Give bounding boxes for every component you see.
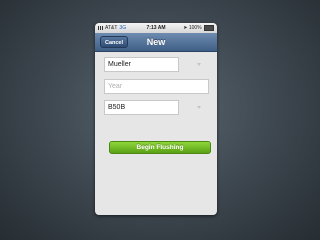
battery-percent: 100% <box>188 25 202 31</box>
begin-flushing-button[interactable]: Begin Flushing <box>109 141 211 154</box>
status-right: ➤ 100% <box>183 23 214 33</box>
navigation-bar: New Cancel <box>95 33 217 52</box>
location-arrow-icon: ➤ <box>183 25 188 31</box>
status-bar: AT&T 3G 7:13 AM ➤ 100% <box>95 23 217 33</box>
chevron-down-icon[interactable] <box>197 63 201 66</box>
manufacturer-field[interactable]: Mueller <box>104 57 179 72</box>
cancel-button[interactable]: Cancel <box>100 36 128 48</box>
battery-icon <box>204 24 214 31</box>
year-field[interactable]: Year <box>104 79 209 94</box>
phone-screen: AT&T 3G 7:13 AM ➤ 100% New Cancel Mueller… <box>95 23 217 215</box>
form-content: Mueller Year B50B Begin Flushing <box>95 52 217 215</box>
model-field[interactable]: B50B <box>104 100 179 115</box>
chevron-down-icon[interactable] <box>197 106 201 109</box>
